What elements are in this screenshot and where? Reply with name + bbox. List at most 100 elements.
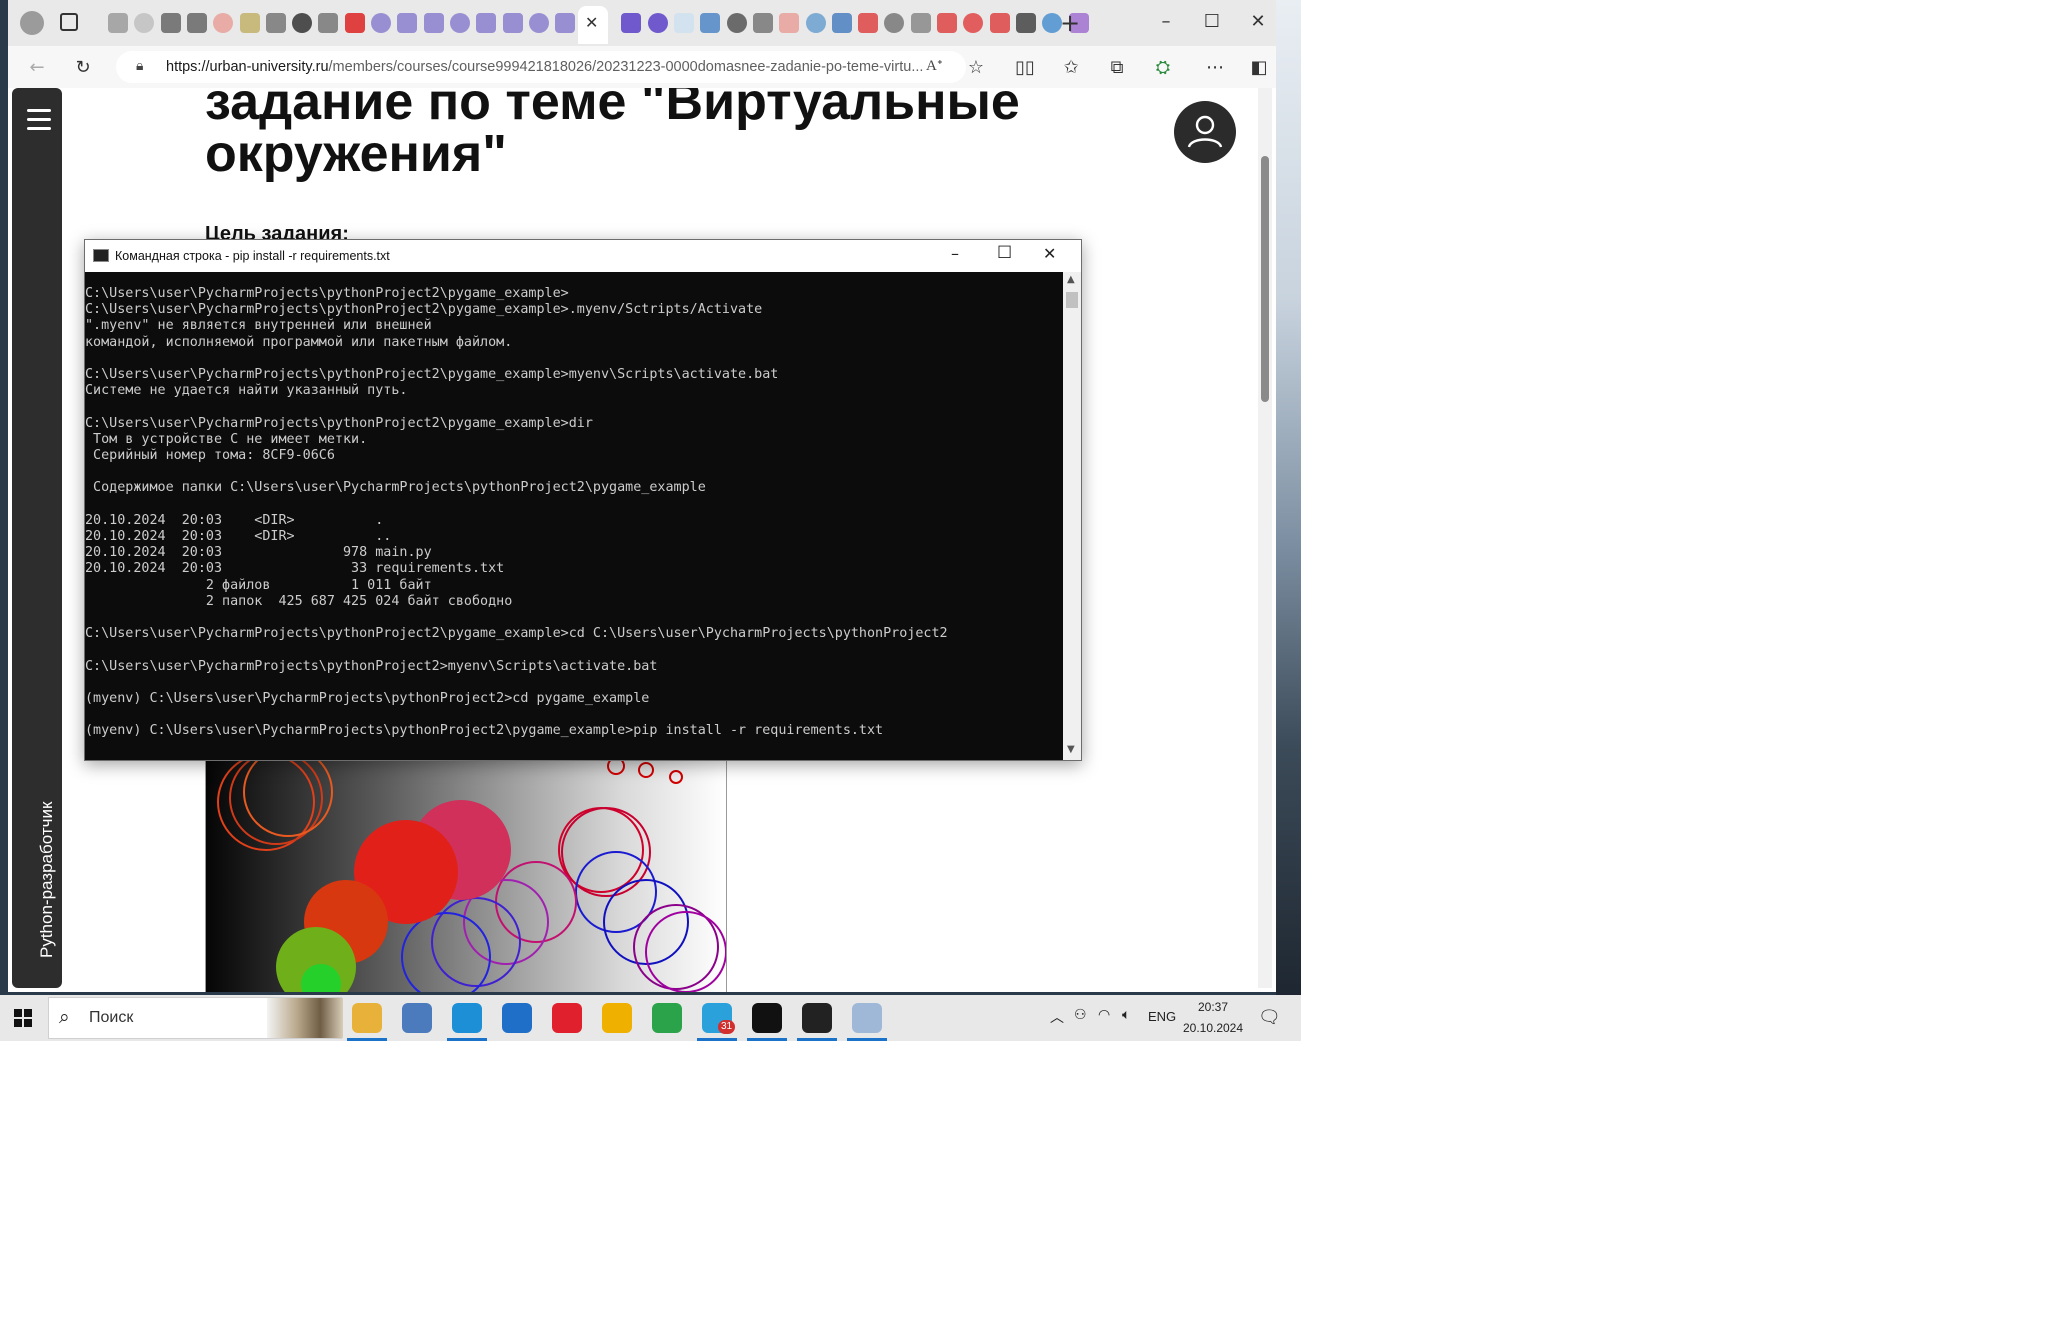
tab-favicon-icon[interactable] — [502, 13, 523, 33]
start-windows-icon[interactable] — [14, 1009, 32, 1027]
more-options-icon[interactable]: ⋯ — [1202, 55, 1228, 81]
photo-app-icon[interactable] — [602, 1003, 632, 1033]
tab-actions-icon[interactable] — [60, 13, 78, 31]
course-label[interactable]: Python-разработчик — [37, 802, 57, 958]
language-indicator[interactable]: ENG — [1148, 1009, 1176, 1024]
tab-favicon-icon[interactable] — [555, 13, 576, 33]
cmd-window: Командная строка - pip install -r requir… — [84, 239, 1082, 761]
close-tab-icon[interactable]: ✕ — [585, 13, 598, 32]
pycharm-icon[interactable] — [752, 1003, 782, 1033]
cmd-app-icon — [93, 249, 109, 262]
cmd-titlebar[interactable]: Командная строка - pip install -r requir… — [85, 240, 1081, 272]
refresh-icon[interactable]: ↻ — [70, 55, 96, 81]
running-app-indicator — [747, 1038, 787, 1041]
user-avatar-icon[interactable] — [1174, 101, 1236, 163]
notifications-icon[interactable]: 🗨︎ — [1258, 1007, 1281, 1028]
clock-time: 20:37 — [1197, 1000, 1229, 1014]
show-hidden-icons-icon[interactable]: ︿ — [1050, 1007, 1064, 1027]
favorites-icon[interactable]: ✩ — [1058, 55, 1084, 81]
tab-favicon-icon[interactable] — [134, 13, 155, 33]
favorite-star-icon[interactable]: ☆ — [963, 55, 989, 81]
address-bar[interactable]: 🔒︎ https://urban-university.ru/members/c… — [116, 51, 966, 83]
tab-active[interactable]: ✕ — [578, 6, 608, 44]
split-screen-icon[interactable]: ▯▯ — [1012, 55, 1038, 81]
tab-favicon-icon[interactable] — [621, 13, 642, 33]
edge-green-icon[interactable] — [652, 1003, 682, 1033]
cmd-close-icon[interactable]: ✕ — [1043, 244, 1056, 263]
read-aloud-icon[interactable]: Aᐩ — [926, 56, 943, 75]
running-app-indicator — [797, 1038, 837, 1041]
extensions-icon[interactable]: ⛭ — [1150, 55, 1176, 81]
tab-favicon-icon[interactable] — [213, 13, 234, 33]
edge-icon[interactable] — [452, 1003, 482, 1033]
running-app-indicator — [847, 1038, 887, 1041]
tab-favicon-icon[interactable] — [805, 13, 826, 33]
clock-date: 20.10.2024 — [1182, 1021, 1244, 1035]
url-path: /members/courses/course999421818026/2023… — [328, 59, 924, 75]
back-icon[interactable]: ← — [24, 55, 50, 81]
tab-favicon-icon[interactable] — [884, 13, 905, 33]
cmd-console[interactable]: C:\Users\user\PycharmProjects\pythonProj… — [85, 272, 1063, 760]
volume-icon[interactable]: 🔈︎ — [1122, 1007, 1130, 1023]
network-device-icon[interactable]: ⚇ — [1074, 1007, 1087, 1023]
search-placeholder: Поиск — [89, 1009, 134, 1026]
cmd-maximize-icon[interactable]: ☐ — [997, 243, 1012, 263]
url-text[interactable]: https://urban-university.ru/members/cour… — [166, 51, 923, 83]
tab-favicon-icon[interactable] — [476, 13, 497, 33]
taskbar: ⌕ Поиск 31 ︿ ⚇ ◠ 🔈︎ ENG 20:37 20.10.2024… — [0, 995, 1301, 1041]
clock[interactable]: 20:37 20.10.2024 — [1178, 995, 1248, 1039]
scroll-down-icon[interactable]: ▼ — [1067, 744, 1075, 755]
mail-icon[interactable] — [502, 1003, 532, 1033]
tab-favicon-icon[interactable] — [528, 13, 549, 33]
minimize-icon[interactable]: – — [1146, 8, 1186, 36]
paint-icon[interactable] — [852, 1003, 882, 1033]
tab-favicon-icon[interactable] — [344, 13, 365, 33]
collections-icon[interactable]: ⧉ — [1104, 55, 1130, 81]
python-icon[interactable] — [402, 1003, 432, 1033]
tab-favicon-icon[interactable] — [108, 13, 128, 33]
tab-favicon-icon[interactable] — [647, 13, 668, 33]
tab-favicon-icon[interactable] — [910, 13, 931, 33]
tab-favicon-icon[interactable] — [700, 13, 721, 33]
tab-favicon-icon[interactable] — [239, 13, 260, 33]
explorer-icon[interactable] — [352, 1003, 382, 1033]
cmd-minimize-icon[interactable]: – — [951, 244, 959, 263]
running-app-indicator — [347, 1038, 387, 1041]
sidebar-toggle-icon[interactable]: ◧ — [1246, 55, 1272, 81]
page-scrollbar-thumb[interactable] — [1261, 156, 1269, 402]
tab-favicon-icon[interactable] — [1015, 13, 1036, 33]
tab-favicon-icon[interactable] — [265, 13, 286, 33]
tab-favicon-icon[interactable] — [752, 13, 773, 33]
close-window-icon[interactable]: ✕ — [1238, 8, 1278, 36]
profile-avatar-icon[interactable] — [20, 11, 44, 35]
taskbar-search[interactable]: ⌕ Поиск — [48, 997, 343, 1039]
tab-favicon-icon[interactable] — [318, 13, 339, 33]
tab-favicon-icon[interactable] — [292, 13, 313, 33]
tab-favicon-icon[interactable] — [831, 13, 852, 33]
cmd-scroll-thumb[interactable] — [1066, 292, 1078, 308]
tab-favicon-icon[interactable] — [963, 13, 984, 33]
cmd-title: Командная строка - pip install -r requir… — [115, 249, 390, 263]
scroll-up-icon[interactable]: ▲ — [1067, 274, 1075, 285]
maximize-icon[interactable]: ☐ — [1192, 8, 1232, 36]
tab-favicon-icon[interactable] — [186, 13, 207, 33]
tab-favicon-icon[interactable] — [397, 13, 418, 33]
tab-favicon-icon[interactable] — [858, 13, 879, 33]
tab-favicon-icon[interactable] — [449, 13, 470, 33]
terminal-icon[interactable] — [802, 1003, 832, 1033]
tab-strip: ✕ + – ☐ ✕ — [8, 0, 1276, 46]
cmd-scrollbar[interactable]: ▲ ▼ — [1063, 272, 1081, 760]
tab-favicon-icon[interactable] — [160, 13, 181, 33]
cmd-output: C:\Users\user\PycharmProjects\pythonProj… — [85, 286, 948, 739]
tab-favicon-icon[interactable] — [423, 13, 444, 33]
tab-favicon-icon[interactable] — [779, 13, 800, 33]
wifi-icon[interactable]: ◠ — [1098, 1007, 1110, 1023]
tab-favicon-icon[interactable] — [989, 13, 1010, 33]
tab-favicon-icon[interactable] — [937, 13, 957, 33]
tab-favicon-icon[interactable] — [674, 13, 694, 33]
lock-icon[interactable]: 🔒︎ — [136, 58, 143, 74]
new-tab-icon[interactable]: + — [1060, 9, 1080, 37]
tab-favicon-icon[interactable] — [371, 13, 391, 33]
tab-favicon-icon[interactable] — [726, 13, 747, 33]
opera-icon[interactable] — [552, 1003, 582, 1033]
